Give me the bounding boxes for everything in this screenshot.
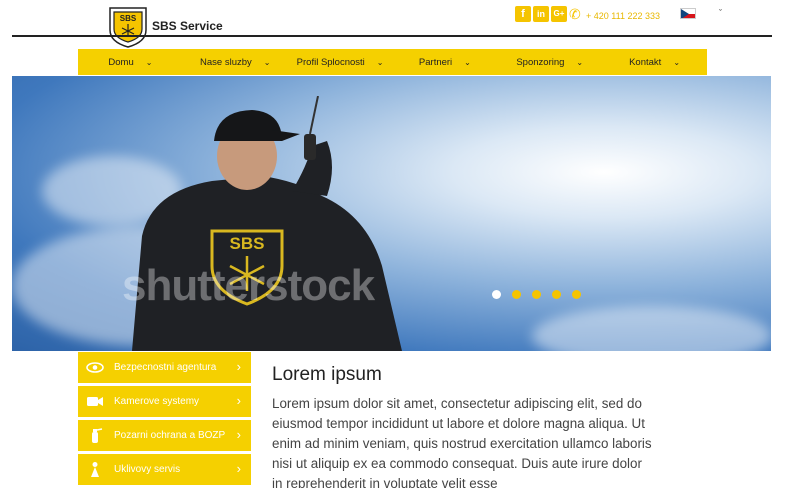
facebook-icon[interactable]: f xyxy=(515,6,531,22)
content-body: Lorem ipsum dolor sit amet, consectetur … xyxy=(272,396,652,488)
google-plus-icon[interactable]: G+ xyxy=(551,6,567,22)
logo[interactable]: SBS xyxy=(108,6,148,48)
phone-icon: ✆ xyxy=(569,6,581,22)
nav-item-label: Partneri xyxy=(418,56,453,68)
chevron-right-icon: › xyxy=(236,393,241,408)
site-header: SBS SBS Service f in G+ ✆ + 420 111 222 … xyxy=(0,0,788,48)
nav-item-label: Nase sluzby xyxy=(200,56,252,68)
content-title: Lorem ipsum xyxy=(272,364,382,385)
nav-item-sponzoring[interactable]: Sponzoring ⌄ xyxy=(497,49,602,75)
linkedin-icon[interactable]: in xyxy=(533,6,549,22)
main-content: Lorem ipsum Lorem ipsum dolor sit amet, … xyxy=(272,364,652,488)
service-sidebar: Bezpecnostni agentura › Kamerove systemy… xyxy=(78,352,251,488)
sidebar-item-label: Uklivovy servis xyxy=(114,464,181,475)
chevron-down-icon: ⌄ xyxy=(376,57,384,67)
watermark-text: shutterstock xyxy=(122,261,375,310)
chevron-down-icon: ⌄ xyxy=(464,57,471,67)
sidebar-item-label: Pozarni ochrana a BOZP xyxy=(114,430,226,441)
camera-icon xyxy=(86,393,104,410)
nav-item-kontakt[interactable]: Kontakt ⌄ xyxy=(602,49,707,75)
slider-dot[interactable] xyxy=(512,290,521,299)
cloud-shape xyxy=(532,306,771,351)
nav-item-label: Domu xyxy=(108,56,134,68)
logo-text: SBS xyxy=(120,14,137,23)
fire-extinguisher-icon xyxy=(86,427,104,444)
sidebar-item-label: Kamerove systemy xyxy=(114,396,200,407)
eye-icon xyxy=(86,359,104,376)
chevron-down-icon: ⌄ xyxy=(576,57,584,67)
cz-flag-icon[interactable] xyxy=(680,8,696,19)
sidebar-item-bezpecnostni[interactable]: Bezpecnostni agentura › xyxy=(78,352,251,383)
language-dropdown-caret[interactable]: ˇ xyxy=(719,8,722,18)
hero-slider[interactable]: SBS shutterstock xyxy=(12,76,771,351)
nav-item-partneri[interactable]: Partneri ⌄ xyxy=(392,49,497,75)
slider-dot[interactable] xyxy=(552,290,561,299)
nav-item-profil[interactable]: Profil Splocnosti ⌄ xyxy=(288,49,393,75)
chevron-right-icon: › xyxy=(236,359,241,374)
brand-name[interactable]: SBS Service xyxy=(152,19,223,33)
slider-dot[interactable] xyxy=(492,290,501,299)
nav-item-domu[interactable]: Domu ⌄ xyxy=(78,49,183,75)
nav-item-label: Sponzoring xyxy=(516,56,565,68)
sidebar-item-label: Bezpecnostni agentura xyxy=(114,362,217,373)
sidebar-item-uklidovy[interactable]: Uklivovy servis › xyxy=(78,454,251,485)
badge-text: SBS xyxy=(230,234,265,253)
phone-number[interactable]: + 420 111 222 333 xyxy=(586,11,660,21)
nav-item-label: Kontakt xyxy=(629,56,662,68)
header-divider xyxy=(12,35,772,37)
chevron-right-icon: › xyxy=(236,461,241,476)
slider-pagination xyxy=(492,290,581,299)
security-guard-image: SBS xyxy=(132,96,402,351)
main-nav: Domu ⌄ Nase sluzby ⌄ Profil Splocnosti ⌄… xyxy=(78,49,707,75)
cleaning-person-icon xyxy=(86,461,104,478)
sidebar-item-kamerove[interactable]: Kamerove systemy › xyxy=(78,386,251,417)
chevron-right-icon: › xyxy=(236,427,241,442)
nav-item-label: Profil Splocnosti xyxy=(296,56,365,68)
slider-dot[interactable] xyxy=(532,290,541,299)
chevron-down-icon: ⌄ xyxy=(263,57,271,67)
sidebar-item-pozarni[interactable]: Pozarni ochrana a BOZP › xyxy=(78,420,251,451)
slider-dot[interactable] xyxy=(572,290,581,299)
nav-item-nase-sluzby[interactable]: Nase sluzby ⌄ xyxy=(183,49,288,75)
chevron-down-icon: ⌄ xyxy=(673,57,681,67)
shield-logo-icon: SBS xyxy=(109,7,147,48)
chevron-down-icon: ⌄ xyxy=(145,57,153,67)
